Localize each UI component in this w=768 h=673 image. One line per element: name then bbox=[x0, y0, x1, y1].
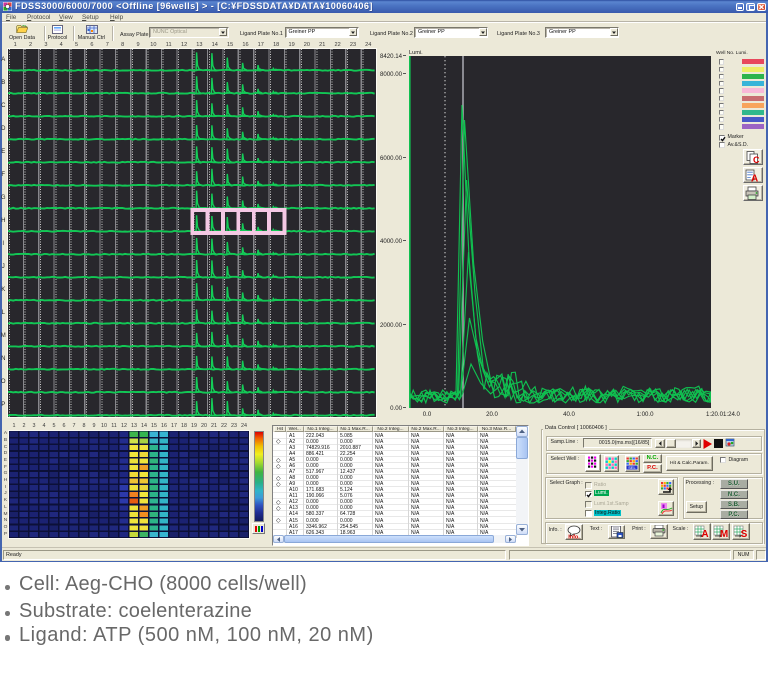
svg-text:A: A bbox=[751, 173, 758, 183]
svg-text:A: A bbox=[701, 529, 708, 539]
svg-text:C: C bbox=[753, 155, 760, 165]
svg-text:M: M bbox=[720, 529, 728, 539]
svg-text:SEL: SEL bbox=[628, 465, 636, 470]
svg-text:S: S bbox=[740, 529, 747, 539]
svg-text:Info.: Info. bbox=[568, 534, 580, 539]
